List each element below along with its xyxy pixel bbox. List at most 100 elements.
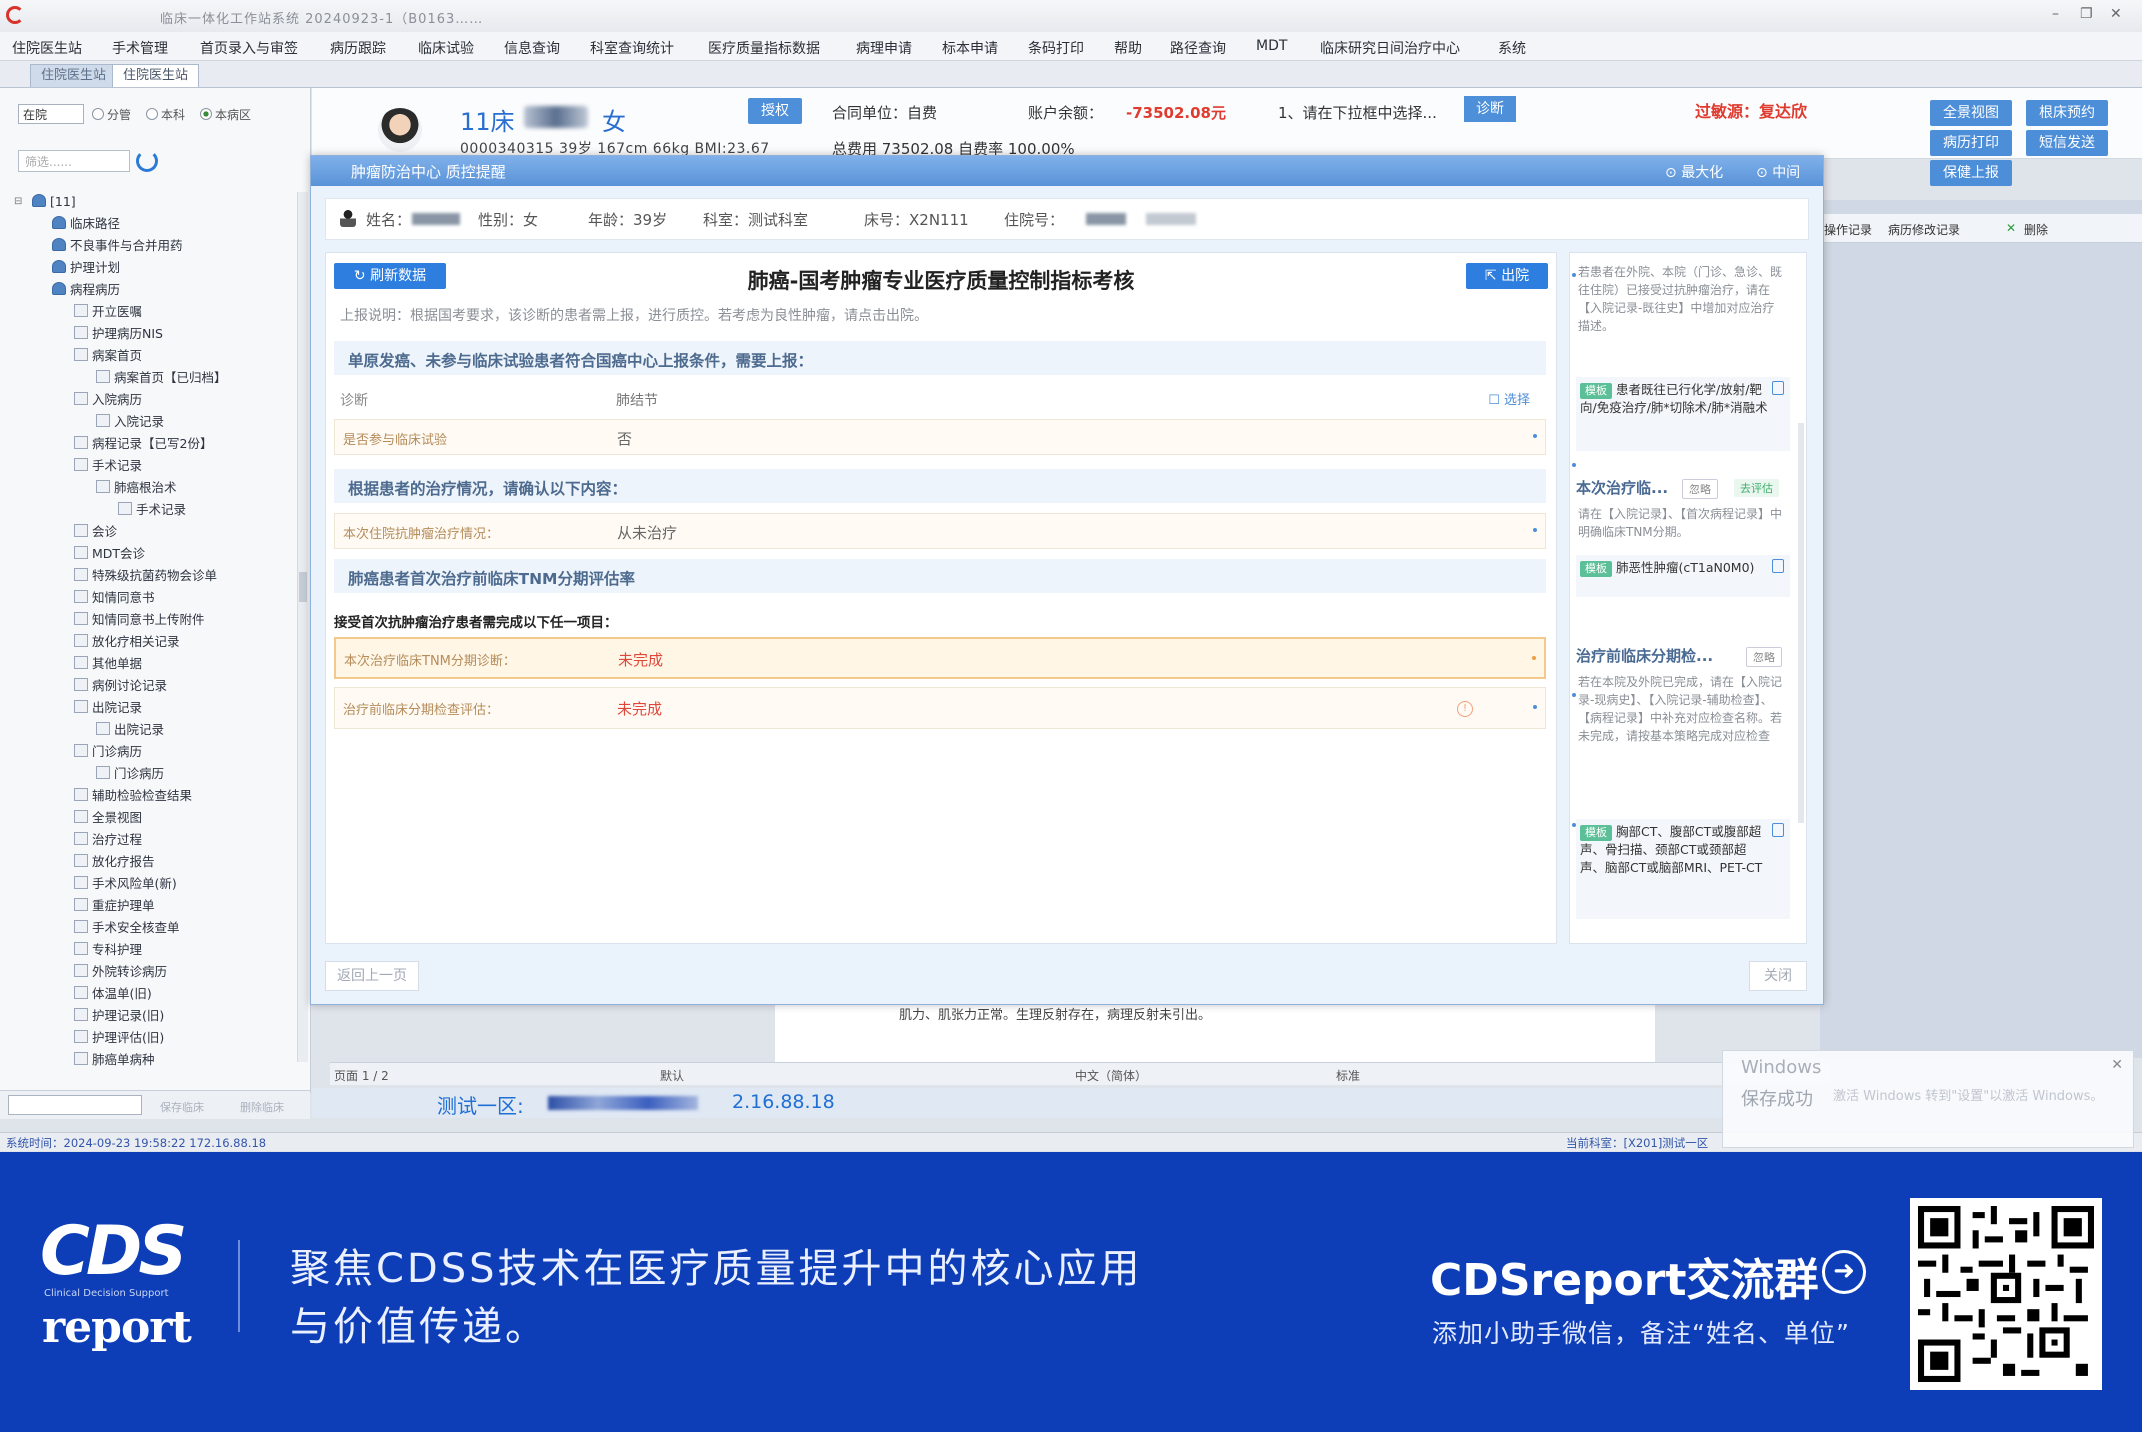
menu-item-barcode-print[interactable]: 条码打印 — [1028, 38, 1084, 58]
close-button[interactable]: 关闭 — [1749, 961, 1807, 991]
tree-node[interactable]: 知情同意书上传附件 — [74, 610, 205, 630]
menu-item-day-treatment-center[interactable]: 临床研究日间治疗中心 — [1320, 38, 1460, 58]
tree-node[interactable]: 门诊病历 — [74, 742, 142, 762]
tree-node[interactable]: 病程病历 — [52, 280, 120, 300]
tree-node[interactable]: 护理记录(旧) — [74, 1006, 164, 1026]
tree-node[interactable]: 辅助检验检查结果 — [74, 786, 192, 806]
tree-node[interactable]: MDT会诊 — [74, 544, 145, 564]
scrollbar-thumb[interactable] — [299, 572, 307, 602]
radio-assigned[interactable]: 分管 — [92, 106, 131, 123]
menu-item-path-query[interactable]: 路径查询 — [1170, 38, 1226, 58]
minimize-button[interactable]: – — [2052, 6, 2059, 22]
menu-item-help[interactable]: 帮助 — [1114, 38, 1142, 58]
tree-node[interactable]: 会诊 — [74, 522, 117, 542]
tree-node[interactable]: 肺癌根治术 — [96, 478, 177, 498]
tree-node[interactable]: 护理病历NIS — [74, 324, 163, 344]
menu-item-specimen-request[interactable]: 标本申请 — [942, 38, 998, 58]
tree-filter-input[interactable]: 筛选...... — [18, 150, 130, 172]
copy-icon[interactable] — [1772, 381, 1784, 395]
tree-node[interactable]: 出院记录 — [96, 720, 164, 740]
discharge-button[interactable]: ⇱ 出院 — [1466, 263, 1548, 289]
go-evaluate-button[interactable]: 去评估 — [1734, 479, 1779, 497]
tree-node[interactable]: 开立医嘱 — [74, 302, 142, 322]
tree-node[interactable]: 放化疗相关记录 — [74, 632, 180, 652]
authorize-button[interactable]: 授权 — [748, 98, 802, 124]
menu-item-clinical-trial[interactable]: 临床试验 — [418, 38, 474, 58]
delete-x-icon[interactable]: ✕ — [2006, 221, 2016, 235]
collapse-icon[interactable]: ⊟ — [14, 196, 22, 207]
menu-item-mdt[interactable]: MDT — [1256, 38, 1287, 54]
delete-button[interactable]: 删除 — [2024, 221, 2048, 238]
menu-item-dept-stats[interactable]: 科室查询统计 — [590, 38, 674, 58]
tab-doctor-station-1[interactable]: 住院医生站 — [30, 64, 118, 87]
tree-node[interactable]: 手术安全核查单 — [74, 918, 180, 938]
menu-item-surgery[interactable]: 手术管理 — [112, 38, 168, 58]
ignore-button[interactable]: 忽略 — [1746, 647, 1782, 667]
refresh-icon[interactable] — [136, 150, 158, 172]
menu-item-homepage-entry[interactable]: 首页录入与审签 — [200, 38, 298, 58]
tree-node[interactable]: 手术记录 — [74, 456, 142, 476]
tree-node[interactable]: 病例讨论记录 — [74, 676, 167, 696]
save-clinical-button[interactable]: 保存临床 — [160, 1099, 204, 1115]
tree-node[interactable]: 全景视图 — [74, 808, 142, 828]
operation-log-button[interactable]: 操作记录 — [1824, 221, 1872, 238]
restore-button[interactable]: ❐ — [2080, 6, 2093, 22]
pre-treatment-eval-row[interactable]: 治疗前临床分期检查评估： 未完成 ! — [334, 687, 1546, 729]
tree-node[interactable]: 门诊病历 — [96, 764, 164, 784]
panorama-button[interactable]: 全景视图 — [1930, 100, 2012, 126]
tree-node[interactable]: 特殊级抗菌药物会诊单 — [74, 566, 217, 586]
sms-send-button[interactable]: 短信发送 — [2026, 130, 2108, 156]
back-button[interactable]: 返回上一页 — [325, 961, 419, 991]
menu-item-system[interactable]: 系统 — [1498, 38, 1526, 58]
tree-scrollbar[interactable] — [297, 192, 308, 1062]
tree-node[interactable]: 重症护理单 — [74, 896, 155, 916]
ignore-button[interactable]: 忽略 — [1682, 479, 1718, 499]
menu-item-info-query[interactable]: 信息查询 — [504, 38, 560, 58]
tree-node[interactable]: 病程记录【已写2份】 — [74, 434, 212, 454]
menu-item-quality-index[interactable]: 医疗质量指标数据 — [708, 38, 820, 58]
close-window-button[interactable]: ✕ — [2110, 6, 2122, 22]
diagnosis-button[interactable]: 诊断 — [1464, 96, 1516, 122]
tree-node[interactable]: [11] — [32, 192, 76, 212]
copy-icon[interactable] — [1772, 559, 1784, 573]
sidebar-scrollbar[interactable] — [1798, 423, 1804, 823]
tree-node[interactable]: 手术记录 — [118, 500, 186, 520]
tree-node[interactable]: 病案首页 — [74, 346, 142, 366]
tree-node[interactable]: 体温单(旧) — [74, 984, 152, 1004]
tree-node[interactable]: 不良事件与合并用药 — [52, 236, 183, 256]
tree-node[interactable]: 外院转诊病历 — [74, 962, 167, 982]
center-button[interactable]: ⊙ 中间 — [1756, 162, 1800, 182]
prompt-select[interactable]: 1、请在下拉框中选择... — [1278, 102, 1437, 123]
tree-node[interactable]: 手术风险单(新) — [74, 874, 177, 894]
select-diagnosis-button[interactable]: ☐ 选择 — [1488, 389, 1530, 408]
tree-node[interactable]: 出院记录 — [74, 698, 142, 718]
health-report-button[interactable]: 保健上报 — [1930, 160, 2012, 186]
tree-node[interactable]: 临床路径 — [52, 214, 120, 234]
menu-item-doctor-station[interactable]: 住院医生站 — [12, 38, 82, 58]
template-hint[interactable]: 模板 胸部CT、腹部CT或腹部超声、骨扫描、颈部CT或颈部超声、脑部CT或脑部MR… — [1576, 819, 1790, 919]
scope-select[interactable]: 在院 — [18, 104, 84, 124]
tnm-diagnosis-row[interactable]: 本次治疗临床TNM分期诊断： 未完成 — [334, 637, 1546, 679]
tree-node[interactable]: 护理评估(旧) — [74, 1028, 164, 1048]
template-hint[interactable]: 模板 肺恶性肿瘤(cT1aN0M0) — [1576, 555, 1790, 597]
tree-node[interactable]: 病案首页【已归档】 — [96, 368, 227, 388]
delete-clinical-button[interactable]: 删除临床 — [240, 1099, 284, 1115]
template-hint[interactable]: 模板 患者既往已行化学/放射/靶向/免疫治疗/肺*切除术/肺*消融术 — [1576, 377, 1790, 451]
record-print-button[interactable]: 病历打印 — [1930, 130, 2012, 156]
copy-icon[interactable] — [1772, 823, 1784, 837]
bed-reservation-button[interactable]: 根床预约 — [2026, 100, 2108, 126]
edit-history-button[interactable]: 病历修改记录 — [1888, 221, 1960, 238]
tree-node[interactable]: 入院病历 — [74, 390, 142, 410]
tree-node[interactable]: 护理计划 — [52, 258, 120, 278]
tree-node[interactable]: 入院记录 — [96, 412, 164, 432]
menu-item-pathology-request[interactable]: 病理申请 — [856, 38, 912, 58]
radio-department[interactable]: 本科 — [146, 106, 185, 123]
tree-node[interactable]: 其他单据 — [74, 654, 142, 674]
toast-close-icon[interactable]: ✕ — [2111, 1057, 2123, 1073]
tree-node[interactable]: 治疗过程 — [74, 830, 142, 850]
treatment-row[interactable]: 本次住院抗肿瘤治疗情况： 从未治疗 — [334, 513, 1546, 549]
template-select[interactable] — [8, 1095, 142, 1115]
tab-doctor-station-2[interactable]: 住院医生站 — [112, 64, 200, 87]
maximize-button[interactable]: ⊙ 最大化 — [1665, 162, 1723, 182]
clinical-trial-row[interactable]: 是否参与临床试验 否 — [334, 419, 1546, 455]
